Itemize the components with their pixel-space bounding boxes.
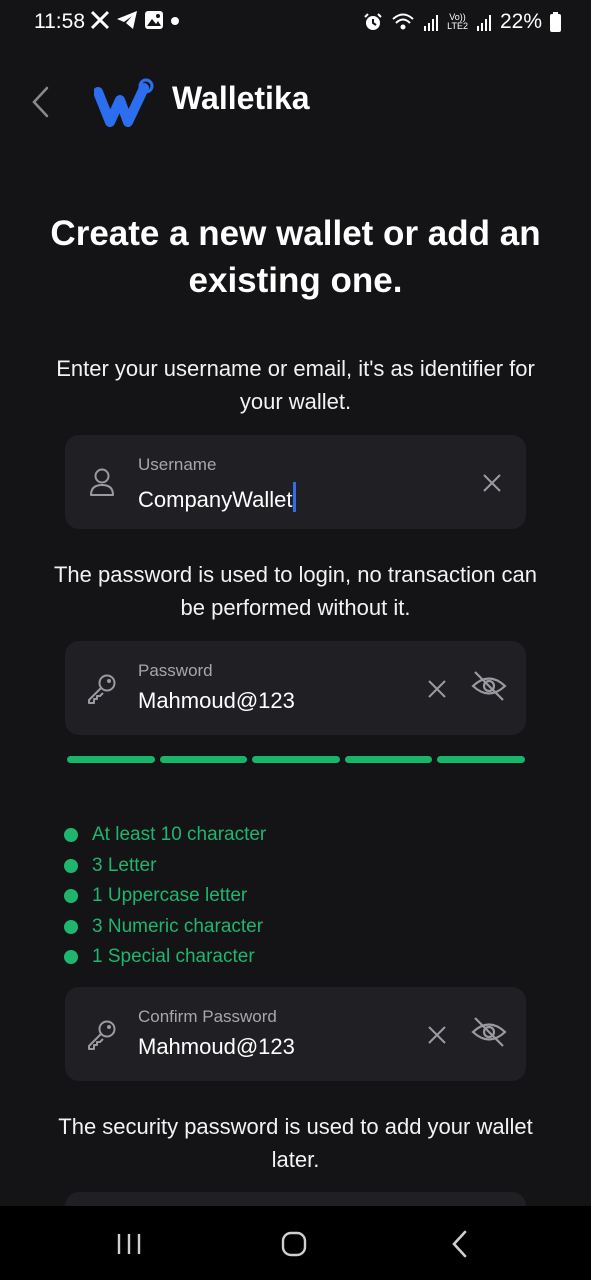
user-icon	[90, 468, 114, 496]
password-rule: 1 Special character	[64, 942, 266, 973]
page-title: Create a new wallet or add an existing o…	[50, 214, 541, 300]
wifi-icon	[392, 13, 414, 30]
password-strength-meter	[67, 756, 525, 763]
password-rule: 1 Uppercase letter	[64, 881, 266, 912]
network-type-indicator: Vo)) LTE2	[447, 12, 468, 31]
close-icon[interactable]	[425, 1023, 449, 1047]
battery-icon	[550, 12, 561, 32]
close-icon[interactable]	[480, 471, 504, 495]
signal-icon-2	[476, 15, 491, 31]
password-description: The password is used to login, no transa…	[53, 562, 538, 620]
username-input[interactable]: CompanyWallet	[138, 482, 297, 513]
username-field[interactable]: Username CompanyWallet	[65, 435, 526, 529]
back-arrow-icon[interactable]	[26, 84, 56, 120]
alarm-icon	[364, 13, 382, 30]
text-cursor	[293, 482, 297, 512]
strength-segment	[252, 756, 340, 763]
password-rule: At least 10 character	[64, 820, 266, 851]
password-rule: 3 Numeric character	[64, 912, 266, 943]
username-description: Enter your username or email, it's as id…	[56, 356, 535, 414]
strength-segment	[159, 756, 248, 763]
password-input[interactable]: Mahmoud@123	[138, 688, 295, 714]
status-time: 11:58	[34, 10, 85, 33]
password-field[interactable]: Password Mahmoud@123	[65, 641, 526, 735]
confirm-password-label: Confirm Password	[138, 1007, 277, 1026]
strength-segment	[437, 756, 525, 763]
password-rule: 3 Letter	[64, 851, 266, 882]
gallery-icon	[145, 11, 163, 29]
back-nav-icon[interactable]	[440, 1228, 480, 1260]
battery-percent: 22%	[499, 10, 542, 33]
home-icon[interactable]	[274, 1228, 314, 1260]
rule-check-dot	[64, 828, 78, 843]
more-notifications-icon	[171, 17, 179, 25]
walletika-logo	[94, 78, 154, 127]
strength-segment	[344, 756, 433, 763]
confirm-password-field[interactable]: Confirm Password Mahmoud@123	[65, 987, 526, 1081]
system-navigation-bar	[0, 1206, 591, 1280]
status-bar: 11:58 Vo)) LTE2 22%	[0, 0, 591, 46]
rule-check-dot	[64, 889, 78, 904]
security-password-description: The security password is used to add you…	[58, 1114, 533, 1172]
rule-check-dot	[64, 858, 78, 873]
x-app-icon	[90, 10, 110, 30]
telegram-icon	[117, 11, 137, 29]
eye-off-icon[interactable]	[470, 1015, 508, 1049]
app-header: Walletika	[0, 66, 591, 138]
rule-check-dot	[64, 919, 78, 934]
app-name: Walletika	[172, 80, 310, 116]
rule-check-dot	[64, 950, 78, 965]
strength-segment	[67, 756, 155, 763]
password-label: Password	[138, 661, 213, 680]
key-icon	[88, 674, 116, 704]
eye-off-icon[interactable]	[470, 669, 508, 703]
username-label: Username	[138, 455, 217, 474]
password-rules-list: At least 10 character 3 Letter 1 Upperca…	[64, 820, 266, 973]
recent-apps-icon[interactable]	[109, 1228, 149, 1260]
key-icon	[88, 1020, 116, 1050]
signal-icon	[424, 15, 439, 31]
confirm-password-input[interactable]: Mahmoud@123	[138, 1034, 295, 1060]
close-icon[interactable]	[425, 677, 449, 701]
